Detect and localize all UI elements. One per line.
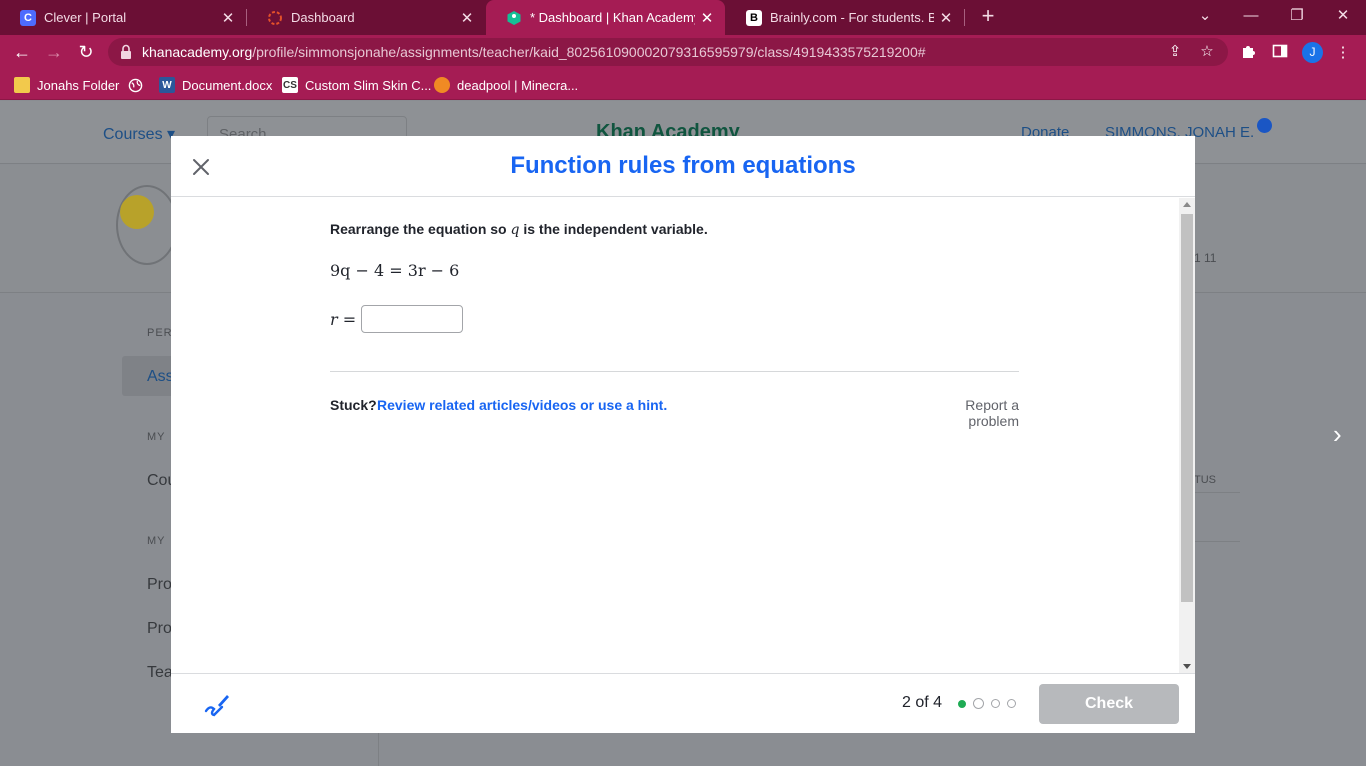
khan-academy-icon xyxy=(506,10,522,26)
nav-item-profile: Pro xyxy=(147,576,172,593)
dashboard-icon xyxy=(267,10,283,26)
brainly-icon: B xyxy=(746,9,762,26)
next-chevron-icon[interactable]: › xyxy=(1333,421,1353,447)
answer-label: r = xyxy=(330,309,357,329)
bookmark-globe[interactable] xyxy=(127,75,150,95)
clever-icon: C xyxy=(20,9,36,26)
profile-stats: 1 11 xyxy=(1194,251,1217,265)
bookmarks-bar: Jonahs Folder W Document.docx CS Custom … xyxy=(0,69,1366,100)
question-after: is the independent variable. xyxy=(519,221,708,237)
content-divider xyxy=(330,371,1019,372)
globe-icon xyxy=(127,77,143,93)
equation: 9q − 4 = 3r − 6 xyxy=(330,261,460,280)
bookmark-star-icon[interactable]: ☆ xyxy=(1198,43,1216,61)
table-column-header: TUS xyxy=(1194,474,1216,486)
address-bar[interactable]: khanacademy.org/profile/simmonsjonahe/as… xyxy=(108,38,1228,66)
tab-khan-academy[interactable]: * Dashboard | Khan Academy ✕ xyxy=(486,0,725,35)
close-icon[interactable]: ✕ xyxy=(455,9,479,27)
nav-item-assignments: Ass xyxy=(147,368,174,385)
url-text: khanacademy.org/profile/simmonsjonahe/as… xyxy=(142,44,926,60)
progress-dot-current xyxy=(973,698,984,709)
tab-dashboard[interactable]: Dashboard ✕ xyxy=(247,0,485,35)
nav-section-label: MY xyxy=(147,535,166,547)
tab-title: Dashboard xyxy=(291,10,355,25)
scroll-up-arrow-icon[interactable] xyxy=(1183,202,1191,207)
tab-title: Brainly.com - For students. By stu xyxy=(770,10,934,25)
stuck-label: Stuck? xyxy=(330,397,377,413)
bookmark-jonahs-folder[interactable]: Jonahs Folder xyxy=(14,75,119,95)
close-icon[interactable]: ✕ xyxy=(934,9,958,27)
lock-icon xyxy=(120,44,134,60)
restore-icon[interactable]: ❐ xyxy=(1274,0,1320,35)
url-domain: khanacademy.org xyxy=(142,44,253,60)
nav-item-teachers: Tea xyxy=(147,664,173,681)
browser-toolbar: ← → ↻ khanacademy.org/profile/simmonsjon… xyxy=(0,35,1366,69)
scrollbar-thumb[interactable] xyxy=(1181,214,1193,602)
tab-title: Clever | Portal xyxy=(44,10,127,25)
url-path: /profile/simmonsjonahe/assignments/teach… xyxy=(252,44,926,60)
tab-clever[interactable]: C Clever | Portal ✕ xyxy=(0,0,246,35)
browser-tab-strip: C Clever | Portal ✕ Dashboard ✕ * Dashbo… xyxy=(0,0,1366,35)
answer-row: r = xyxy=(330,305,464,333)
bookmark-label: Document.docx xyxy=(182,77,273,93)
progress-dots xyxy=(958,698,1023,709)
forward-arrow-icon[interactable]: → xyxy=(42,40,66,64)
new-tab-button[interactable]: + xyxy=(976,4,1000,28)
content-divider xyxy=(378,731,379,766)
reload-icon[interactable]: ↻ xyxy=(74,40,98,64)
scroll-down-arrow-icon[interactable] xyxy=(1183,664,1191,669)
nav-item-progress: Pro xyxy=(147,620,172,637)
tab-separator xyxy=(964,9,965,26)
exercise-modal: Function rules from equations Rearrange … xyxy=(171,136,1195,733)
minimize-icon[interactable]: — xyxy=(1228,0,1274,35)
courses-menu: Courses ▾ xyxy=(103,126,176,143)
tab-brainly[interactable]: B Brainly.com - For students. By stu ✕ xyxy=(726,0,964,35)
extensions-puzzle-icon[interactable] xyxy=(1238,43,1258,63)
question-text: Rearrange the equation so q is the indep… xyxy=(330,221,708,238)
bookmark-custom-slim-skin[interactable]: CS Custom Slim Skin C... xyxy=(282,75,431,95)
bookmark-label: Custom Slim Skin C... xyxy=(305,77,432,93)
profile-avatar[interactable]: J xyxy=(1302,42,1323,63)
profile-avatar-image xyxy=(116,185,178,265)
modal-header: Function rules from equations xyxy=(171,136,1195,197)
close-icon[interactable]: ✕ xyxy=(216,9,240,27)
table-divider xyxy=(1194,492,1240,493)
progress-dot xyxy=(991,699,1000,708)
answer-input[interactable] xyxy=(361,305,464,333)
window-close-icon[interactable]: ✕ xyxy=(1320,0,1366,35)
nav-section-label: MY xyxy=(147,431,166,443)
exercise-content: Rearrange the equation so q is the indep… xyxy=(171,198,1195,673)
close-icon[interactable]: ✕ xyxy=(695,9,719,27)
hint-link[interactable]: Review related articles/videos or use a … xyxy=(377,397,667,413)
folder-icon xyxy=(14,77,30,93)
modal-footer: 2 of 4 Check xyxy=(171,673,1195,733)
cs-icon: CS xyxy=(282,77,298,93)
content-scrollbar[interactable] xyxy=(1179,198,1195,673)
table-divider xyxy=(1194,541,1240,542)
question-before: Rearrange the equation so xyxy=(330,221,511,237)
scratchpad-pencil-icon[interactable] xyxy=(202,689,232,719)
nav-section-label: PER xyxy=(147,327,173,339)
progress-dot xyxy=(1007,699,1016,708)
side-panel-icon[interactable] xyxy=(1270,43,1290,63)
bookmark-label: deadpool | Minecra... xyxy=(457,77,579,93)
bookmark-label: Jonahs Folder xyxy=(37,77,120,93)
tab-title: * Dashboard | Khan Academy xyxy=(530,10,695,25)
menu-kebab-icon[interactable]: ⋮ xyxy=(1333,43,1353,63)
bookmark-document[interactable]: W Document.docx xyxy=(159,75,272,95)
back-arrow-icon[interactable]: ← xyxy=(10,40,34,64)
tab-search-chevron-icon[interactable]: ⌄ xyxy=(1182,0,1228,35)
bookmark-deadpool[interactable]: deadpool | Minecra... xyxy=(434,75,578,95)
exercise-title: Function rules from equations xyxy=(510,152,856,179)
report-problem-link[interactable]: Report a problem xyxy=(911,397,1019,429)
progress-counter: 2 of 4 xyxy=(902,694,943,711)
pumpkin-icon xyxy=(434,77,450,93)
notification-dot xyxy=(1257,118,1272,133)
word-icon: W xyxy=(159,77,175,93)
progress-dot-completed xyxy=(958,699,966,708)
check-button[interactable]: Check xyxy=(1039,684,1179,724)
share-icon[interactable]: ⇪ xyxy=(1166,43,1184,61)
